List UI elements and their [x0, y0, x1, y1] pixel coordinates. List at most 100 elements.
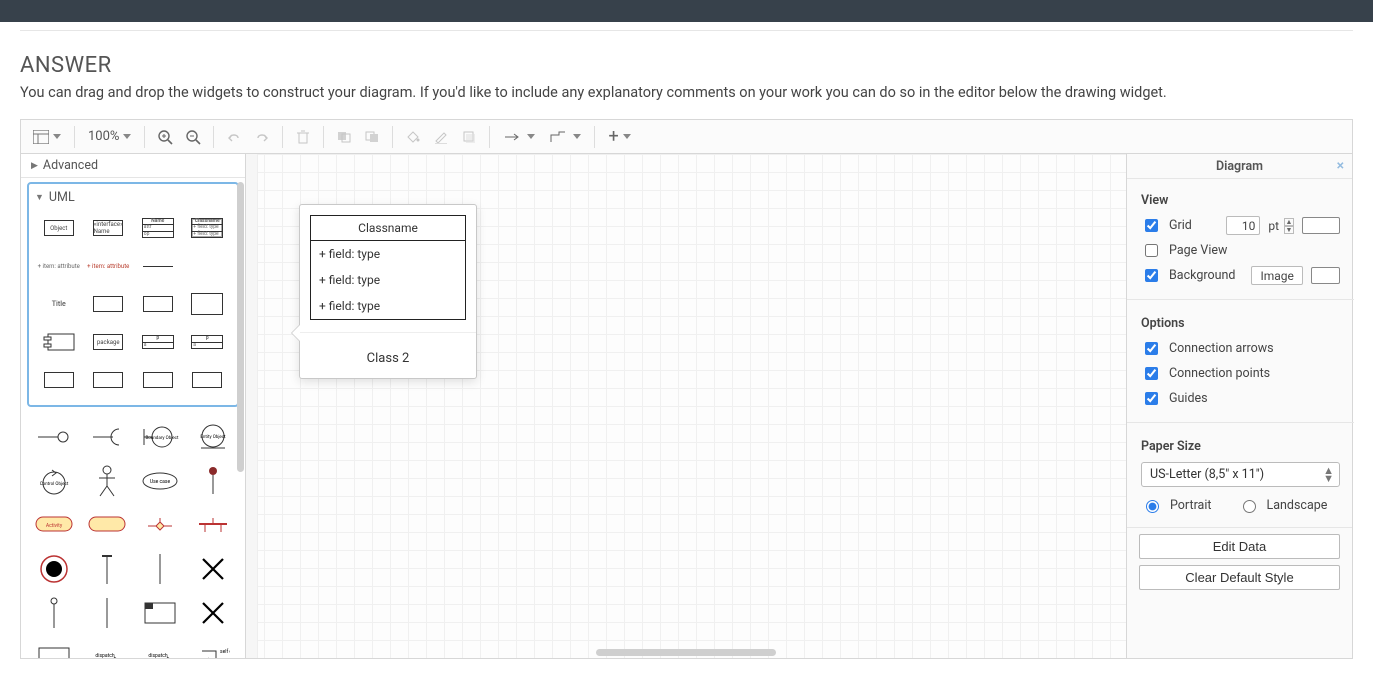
paper-size-select[interactable]: US-Letter (8,5" x 11") ▲▼ [1141, 462, 1340, 487]
shape-socket[interactable] [82, 417, 131, 457]
editor-toolbar: 100% [21, 120, 1352, 154]
close-icon[interactable]: × [1337, 158, 1344, 174]
scrollbar-thumb[interactable] [237, 182, 244, 472]
shape-item-attr-2[interactable]: + item: attribute [85, 249, 133, 283]
svg-text:Use case: Use case [149, 479, 170, 485]
shape-interface[interactable]: «interface» Name [85, 211, 133, 245]
shape-list-2[interactable]: pa [184, 325, 232, 359]
guides-label: Guides [1169, 391, 1208, 406]
background-checkbox[interactable] [1145, 269, 1158, 282]
shape-rect[interactable] [184, 287, 232, 321]
shape-bar-4[interactable] [82, 593, 131, 633]
fill-color-button[interactable] [400, 124, 426, 150]
grid-color-swatch[interactable] [1302, 217, 1340, 234]
shape-fork[interactable] [188, 505, 237, 545]
connection-style-dropdown[interactable] [497, 124, 541, 150]
shape-actor[interactable] [82, 461, 131, 501]
add-dropdown[interactable]: + [602, 124, 636, 150]
shape-note[interactable] [29, 637, 78, 658]
shape-entity[interactable]: Entity Object [188, 417, 237, 457]
shape-bar-1[interactable] [82, 549, 131, 589]
waypoint-style-dropdown[interactable] [543, 124, 587, 150]
shape-card-2[interactable] [134, 287, 182, 321]
shape-card-1[interactable] [85, 287, 133, 321]
shadow-button[interactable] [456, 124, 482, 150]
line-color-button[interactable] [428, 124, 454, 150]
connection-points-checkbox[interactable] [1145, 367, 1158, 380]
page-divider [20, 30, 1353, 31]
uml-class-shape[interactable]: Classname + field: type + field: type + … [310, 215, 466, 320]
clear-default-style-button[interactable]: Clear Default Style [1139, 565, 1340, 590]
shape-bar-3[interactable] [29, 593, 78, 633]
shape-activity-2[interactable] [82, 505, 131, 545]
shape-bar-2[interactable] [135, 549, 184, 589]
zoom-dropdown[interactable]: 100% [82, 124, 137, 150]
shape-rect-4[interactable] [184, 363, 232, 397]
edit-data-button[interactable]: Edit Data [1139, 534, 1340, 559]
connection-arrows-checkbox[interactable] [1145, 342, 1158, 355]
delete-button[interactable] [290, 124, 316, 150]
shape-boundary[interactable]: Boundary Object [135, 417, 184, 457]
triangle-down-icon: ▼ [35, 192, 44, 203]
undo-button[interactable] [221, 124, 247, 150]
shape-component[interactable] [35, 325, 83, 359]
grid-label: Grid [1169, 218, 1192, 233]
svg-text:dispatch: dispatch [95, 653, 114, 658]
zoom-out-icon [185, 129, 201, 145]
scrollbar-thumb[interactable] [596, 649, 776, 656]
to-back-button[interactable] [359, 124, 385, 150]
guides-checkbox[interactable] [1145, 392, 1158, 405]
shape-package[interactable]: package [85, 325, 133, 359]
shape-preview-popup[interactable]: Classname + field: type + field: type + … [299, 204, 477, 379]
shape-x-thin[interactable] [188, 593, 237, 633]
grid-stepper[interactable]: ▲▼ [1284, 218, 1294, 234]
shape-rect-1[interactable] [35, 363, 83, 397]
inspector-title: Diagram [1216, 159, 1263, 174]
shape-rect-2[interactable] [85, 363, 133, 397]
shape-usecase[interactable]: Use case [135, 461, 184, 501]
shape-empty[interactable] [184, 249, 232, 283]
background-image-button[interactable]: Image [1251, 266, 1302, 285]
shape-pin[interactable] [188, 461, 237, 501]
shape-x[interactable] [188, 549, 237, 589]
shape-lollipop[interactable] [29, 417, 78, 457]
layout-dropdown[interactable] [27, 124, 67, 150]
portrait-radio[interactable] [1146, 500, 1159, 513]
trash-icon [296, 129, 310, 144]
shape-end[interactable] [29, 549, 78, 589]
zoom-in-button[interactable] [152, 124, 178, 150]
redo-button[interactable] [249, 124, 275, 150]
shape-selfcall[interactable]: self call [188, 637, 237, 658]
pageview-checkbox[interactable] [1145, 244, 1158, 257]
shape-object[interactable]: Object [35, 211, 83, 245]
shape-table-mini-1[interactable]: Nameattrop [134, 211, 182, 245]
canvas[interactable]: Classname + field: type + field: type + … [246, 154, 1126, 658]
to-front-button[interactable] [331, 124, 357, 150]
shape-frame[interactable] [135, 593, 184, 633]
background-color-swatch[interactable] [1311, 267, 1340, 284]
shape-activity-1[interactable]: Activity [29, 505, 78, 545]
grid-checkbox[interactable] [1145, 219, 1158, 232]
sidebar-section-advanced[interactable]: ▶ Advanced [21, 154, 245, 178]
landscape-radio[interactable] [1243, 500, 1256, 513]
shape-list-1[interactable]: pa [134, 325, 182, 359]
shape-dispatch-2[interactable]: dispatch [135, 637, 184, 658]
zoom-out-button[interactable] [180, 124, 206, 150]
shape-rect-3[interactable] [134, 363, 182, 397]
stepper-down-icon: ▼ [1284, 226, 1294, 234]
plus-icon: + [608, 128, 618, 146]
shape-dispatch[interactable]: dispatch [82, 637, 131, 658]
shape-item-attr-1[interactable]: + item: attribute [35, 249, 83, 283]
shape-table-mini-2[interactable]: Classname+ field: type+ field: type [184, 211, 232, 245]
connection-arrows-label: Connection arrows [1169, 341, 1274, 356]
canvas-scrollbar-horizontal[interactable] [246, 648, 1126, 658]
sidebar-scrollbar[interactable] [236, 178, 244, 658]
shape-control[interactable]: Control Object [29, 461, 78, 501]
uml-section-header[interactable]: ▼ UML [29, 186, 237, 209]
shape-divider[interactable] [134, 249, 182, 283]
shape-branch[interactable] [135, 505, 184, 545]
grid-size-input[interactable]: 10 [1226, 216, 1260, 235]
shape-title[interactable]: Title [35, 287, 83, 321]
landscape-label: Landscape [1267, 498, 1328, 513]
shape-preview-caption: Class 2 [300, 332, 476, 378]
